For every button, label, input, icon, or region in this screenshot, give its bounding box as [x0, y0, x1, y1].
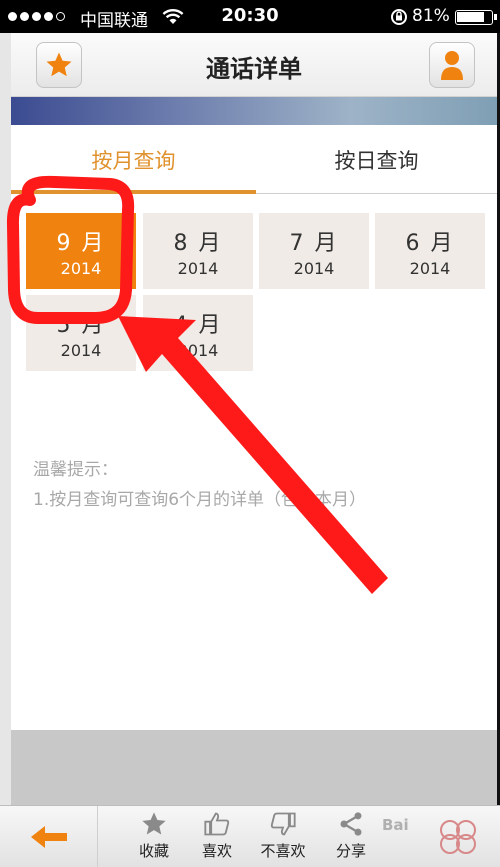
- tips-line: 1.按月查询可查询6个月的详单（包含本月）: [33, 490, 367, 510]
- year-label: 2014: [60, 340, 102, 360]
- share-label: 分享: [335, 842, 366, 860]
- year-label: 2014: [177, 258, 219, 278]
- month-cell-may[interactable]: 5 月 2014: [26, 295, 136, 371]
- year-label: 2014: [177, 340, 219, 360]
- share-button[interactable]: 分享: [319, 806, 383, 867]
- bottom-toolbar: 收藏 喜欢 不喜欢 分享 Bai: [0, 805, 500, 867]
- battery-level: [457, 12, 484, 22]
- like-label: 喜欢: [201, 842, 232, 860]
- query-tabs: 按月查询 按日查询: [11, 125, 497, 195]
- month-cell-june[interactable]: 6 月 2014: [375, 213, 485, 289]
- watermark-logo: [440, 820, 476, 854]
- back-button[interactable]: [0, 806, 98, 867]
- month-label: 9 月: [56, 230, 106, 256]
- collect-label: 收藏: [138, 842, 169, 860]
- watermark-text: Bai: [382, 816, 409, 834]
- month-label: 5 月: [56, 312, 106, 338]
- battery-percent: 81%: [412, 6, 450, 26]
- thumbs-down-icon: [270, 812, 296, 836]
- person-icon: [441, 51, 463, 80]
- rotation-lock-icon: [390, 8, 408, 30]
- month-cell-july[interactable]: 7 月 2014: [259, 213, 369, 289]
- empty-area: [11, 730, 497, 805]
- tab-divider: [256, 193, 497, 194]
- screen-edge: [0, 33, 11, 805]
- collect-button[interactable]: 收藏: [122, 806, 186, 867]
- month-query-panel: 9 月 2014 8 月 2014 7 月 2014 6 月 2014 5 月 …: [11, 195, 497, 730]
- month-label: 6 月: [405, 230, 455, 256]
- year-label: 2014: [293, 258, 335, 278]
- profile-button[interactable]: [429, 42, 475, 88]
- star-icon: [142, 812, 166, 835]
- tab-daily-query[interactable]: 按日查询: [256, 125, 497, 195]
- active-tab-indicator: [11, 190, 256, 194]
- title-bar: 通话详单: [11, 33, 497, 97]
- year-label: 2014: [409, 258, 451, 278]
- month-cell-april[interactable]: 4 月 2014: [143, 295, 253, 371]
- month-label: 7 月: [289, 230, 339, 256]
- header-banner: [11, 97, 497, 125]
- month-label: 4 月: [173, 312, 223, 338]
- status-bar: 中国联通 20:30 81%: [0, 0, 500, 33]
- month-cell-august[interactable]: 8 月 2014: [143, 213, 253, 289]
- tab-monthly-query[interactable]: 按月查询: [11, 125, 256, 195]
- thumbs-up-icon: [204, 812, 230, 836]
- tips-title: 温馨提示：: [33, 460, 118, 480]
- page-title: 通话详单: [206, 55, 302, 83]
- battery-icon: [455, 10, 497, 25]
- dislike-button[interactable]: 不喜欢: [251, 806, 315, 867]
- year-label: 2014: [60, 258, 102, 278]
- share-icon: [340, 812, 362, 836]
- month-cell-september[interactable]: 9 月 2014: [26, 213, 136, 289]
- dislike-label: 不喜欢: [260, 842, 306, 860]
- month-label: 8 月: [173, 230, 223, 256]
- arrow-left-icon: [30, 826, 67, 848]
- like-button[interactable]: 喜欢: [185, 806, 249, 867]
